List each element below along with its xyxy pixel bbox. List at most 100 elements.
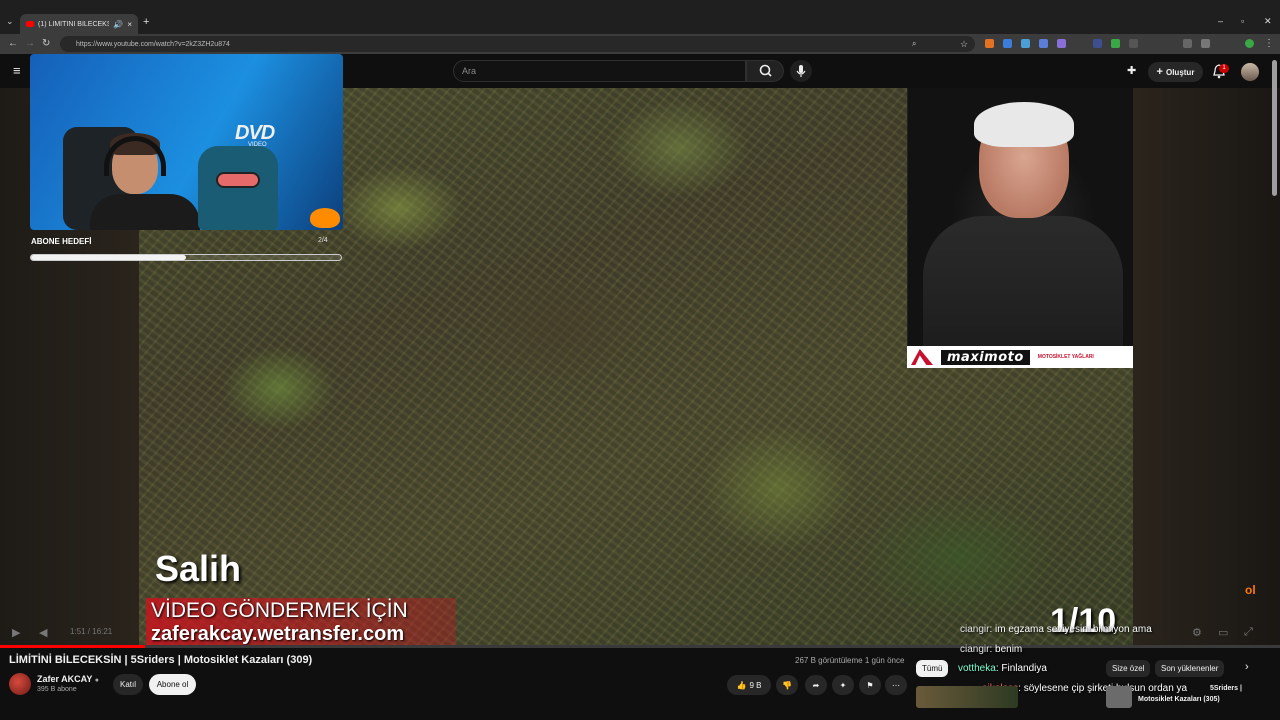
miniplayer-icon[interactable]: ▭ [1218, 626, 1228, 639]
fullscreen-icon[interactable]: ⤢ [1244, 626, 1253, 639]
search-input[interactable]: Ara [453, 60, 746, 82]
url-text: https://www.youtube.com/watch?v=2kZ3ZH2u… [76, 40, 230, 48]
chat-text: : im egzama seviyesini bilmiyon ama [989, 624, 1152, 635]
bookmark-star-icon[interactable]: ☆ [960, 38, 968, 50]
join-button[interactable]: Katıl [113, 674, 143, 695]
chat-user: ciangir [960, 624, 990, 635]
chip-for-you[interactable]: Size özel [1106, 660, 1151, 677]
subscribe-watermark[interactable]: ol [1245, 583, 1267, 601]
create-button[interactable]: + Oluştur [1148, 62, 1203, 82]
like-button[interactable]: 👍 9 B [727, 675, 771, 695]
reload-icon[interactable]: ↻ [42, 38, 50, 50]
page-scrollbar[interactable] [1272, 60, 1277, 196]
search-icon [759, 64, 772, 77]
dislike-button[interactable]: 👎 [776, 675, 798, 695]
recommended-title-top[interactable]: 5Sriders | [1210, 685, 1242, 692]
subscriber-goal-bar [30, 254, 342, 261]
extension-icon[interactable] [1183, 39, 1192, 48]
verified-icon: ● [94, 677, 99, 684]
join-label: Katıl [119, 680, 136, 689]
character-figure [198, 146, 278, 230]
back-icon[interactable]: ← [8, 38, 18, 50]
search-button[interactable] [746, 60, 784, 82]
share-button[interactable]: ➦ [805, 675, 827, 695]
channel-name-text: Zafer AKCAY [37, 674, 93, 684]
extension-icon[interactable] [1111, 39, 1120, 48]
tab-title: (1) LİMİTİNİ BİLECEKSİN | 5S [38, 20, 110, 28]
profile-icon[interactable] [1245, 39, 1254, 48]
chevron-right-icon[interactable]: › [1245, 661, 1249, 673]
chat-user: ciangir [960, 644, 990, 655]
view-count: 267 B görüntüleme 1 gün önce [795, 656, 905, 665]
subscribe-button[interactable]: Abone ol [149, 674, 196, 695]
tab-list-icon[interactable]: ⌄ [6, 16, 14, 27]
plus-icon: + [1156, 66, 1163, 78]
extension-icon[interactable] [1093, 39, 1102, 48]
extension-icon[interactable] [1003, 39, 1012, 48]
account-avatar[interactable] [1241, 63, 1259, 81]
subscribe-label: Abone ol [156, 680, 189, 689]
thumbs-down-icon: 👎 [782, 680, 792, 690]
tab-close-icon[interactable]: × [127, 20, 132, 29]
streamer-webcam: DVD VIDEO [30, 54, 343, 230]
notification-badge: 1 [1219, 64, 1229, 73]
subscriber-count: 395 B abone [37, 686, 77, 693]
extension-icon[interactable] [1129, 39, 1138, 48]
progress-bar[interactable] [0, 645, 1280, 648]
sparkle-icon: ✦ [839, 680, 847, 690]
create-label: Oluştur [1165, 67, 1195, 77]
browser-tab[interactable]: (1) LİMİTİNİ BİLECEKSİN | 5S 🔊 × [20, 14, 138, 34]
close-window-icon[interactable]: ✕ [1264, 16, 1272, 27]
settings-gear-icon[interactable]: ⚙ [1192, 626, 1202, 639]
ask-button[interactable]: ✦ [832, 675, 854, 695]
maximize-icon[interactable]: ▫ [1241, 16, 1244, 26]
recommended-thumbnail[interactable] [916, 686, 1018, 708]
forward-icon[interactable]: → [25, 38, 35, 50]
extension-icon[interactable] [1021, 39, 1030, 48]
url-field[interactable]: https://www.youtube.com/watch?v=2kZ3ZH2u… [60, 36, 975, 52]
streamer-body [90, 194, 200, 230]
tab-audio-icon[interactable]: 🔊 [113, 20, 123, 29]
more-icon: ⋯ [892, 680, 900, 690]
chat-text: : benim [989, 644, 1023, 655]
hamburger-menu-icon[interactable]: ≡ [13, 63, 21, 78]
channel-name[interactable]: Zafer AKCAY ● [37, 674, 99, 684]
zoom-icon[interactable]: ⌕ [912, 38, 916, 50]
player-backdrop-right [1133, 88, 1280, 648]
presenter-camera [907, 88, 1133, 368]
chip-recent[interactable]: Son yüklenenler [1155, 660, 1225, 677]
sponsor-subtitle: MOTOSİKLET YAĞLARI [1037, 354, 1094, 360]
video-title: LİMİTİNİ BİLECEKSİN | 5Sriders | Motosik… [9, 654, 313, 666]
extension-puzzle-icon[interactable]: ✚ [1127, 64, 1136, 77]
extensions-puzzle-icon[interactable] [1201, 39, 1210, 48]
extension-icon[interactable] [985, 39, 994, 48]
volume-icon[interactable]: ◀ [39, 626, 47, 639]
sponsor-logo: maximoto MOTOSİKLET YAĞLARI [907, 346, 1133, 368]
channel-avatar[interactable] [9, 673, 31, 695]
time-display: 1:51 / 16:21 [70, 627, 113, 636]
extension-icon[interactable] [1039, 39, 1048, 48]
browser-menu-icon[interactable]: ⋮ [1264, 38, 1274, 50]
more-actions-button[interactable]: ⋯ [885, 675, 907, 695]
share-icon: ➦ [812, 680, 820, 690]
chat-message: vottheka: Finlandiya [958, 663, 1047, 674]
chip-all[interactable]: Tümü [916, 660, 949, 677]
browser-tab-bar: ⌄ (1) LİMİTİNİ BİLECEKSİN | 5S 🔊 × + – ▫… [0, 0, 1280, 34]
recommended-title[interactable]: Motosiklet Kazaları (305) [1138, 696, 1220, 703]
microphone-icon [796, 65, 806, 77]
sponsor-mark-icon [911, 349, 933, 365]
recommended-thumbnail[interactable] [1106, 686, 1132, 708]
caption-name: Salih [155, 548, 242, 589]
save-button[interactable]: ⚑ [859, 675, 881, 695]
chat-text: : Finlandiya [995, 663, 1047, 674]
new-tab-icon[interactable]: + [143, 16, 149, 28]
pumpkin-icon [310, 208, 340, 228]
extension-icon[interactable] [1057, 39, 1066, 48]
voice-search-button[interactable] [790, 60, 812, 82]
play-icon[interactable]: ▶ [12, 626, 20, 639]
like-count: 9 B [749, 680, 762, 690]
minimize-icon[interactable]: – [1218, 16, 1223, 26]
search-placeholder: Ara [462, 66, 477, 76]
subscriber-goal-label: ABONE HEDEFİ [31, 237, 92, 246]
thumbs-up-icon: 👍 [736, 680, 747, 690]
